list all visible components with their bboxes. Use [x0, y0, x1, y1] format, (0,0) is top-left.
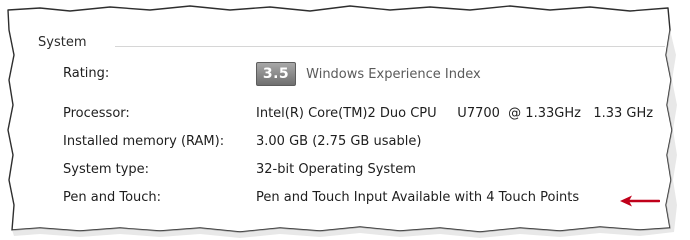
group-divider — [115, 46, 665, 47]
pen-touch-value: Pen and Touch Input Available with 4 Tou… — [256, 190, 580, 205]
group-title: System — [38, 35, 95, 50]
rating-badge[interactable]: 3.5 — [256, 62, 296, 86]
memory-label: Installed memory (RAM): — [63, 134, 225, 149]
pen-touch-label: Pen and Touch: — [63, 190, 162, 205]
system-type-value: 32-bit Operating System — [256, 162, 416, 177]
processor-value: Intel(R) Core(TM)2 Duo CPU U7700 @ 1.33G… — [256, 106, 654, 121]
rating-label: Rating: — [63, 66, 110, 81]
memory-value: 3.00 GB (2.75 GB usable) — [256, 134, 422, 149]
red-arrow-icon — [620, 195, 660, 207]
rating-value: 3.5 Windows Experience Index — [256, 62, 481, 86]
processor-label: Processor: — [63, 106, 130, 121]
system-panel: System Rating: 3.5 Windows Experience In… — [20, 22, 670, 222]
windows-experience-index-link[interactable]: Windows Experience Index — [306, 67, 481, 82]
system-type-label: System type: — [63, 162, 150, 177]
